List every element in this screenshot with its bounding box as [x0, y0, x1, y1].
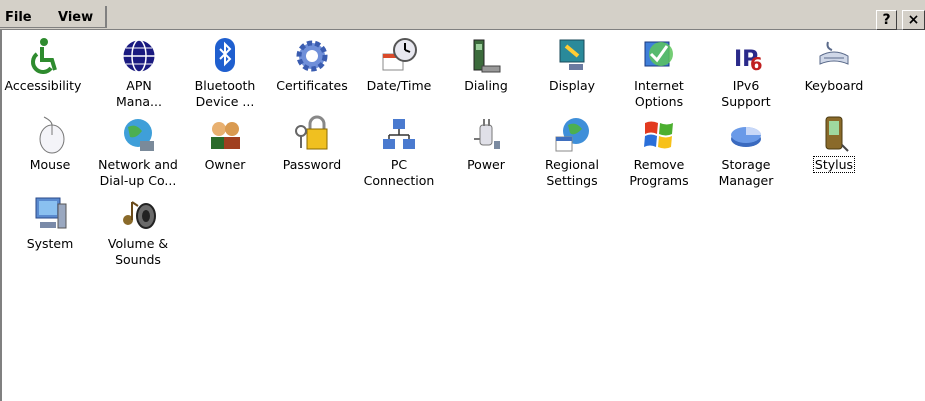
applet-dialing[interactable]: Dialing [444, 36, 528, 94]
power-plug-icon [466, 115, 506, 155]
speaker-music-icon [118, 194, 158, 234]
applet-owner[interactable]: Owner [183, 115, 267, 173]
view-menu[interactable]: View [54, 9, 97, 27]
svg-text:6: 6 [750, 54, 763, 75]
internet-globe-icon [639, 36, 679, 76]
applet-internet-options[interactable]: Internet Options [617, 36, 701, 110]
help-button[interactable]: ? [876, 10, 897, 30]
applet-password[interactable]: Password [270, 115, 354, 173]
stylus-device-icon [814, 115, 854, 155]
applet-ipv6[interactable]: IP 6 IPv6 Support [704, 36, 788, 110]
phone-dialing-icon [466, 36, 506, 76]
menu-bar: File View ? × [0, 0, 925, 30]
applet-regional-settings[interactable]: Regional Settings [530, 115, 614, 189]
applet-display[interactable]: Display [530, 36, 614, 94]
applet-accessibility[interactable]: Accessibility [1, 36, 85, 94]
windows-logo-icon [639, 115, 679, 155]
applet-network-dialup[interactable]: Network and Dial-up Co... [96, 115, 180, 189]
network-globe-icon [118, 115, 158, 155]
applet-apn-manager[interactable]: APN Mana... [97, 36, 181, 110]
applet-power[interactable]: Power [444, 115, 528, 173]
applet-pc-connection[interactable]: PC Connection [357, 115, 441, 189]
applet-keyboard[interactable]: Keyboard [792, 36, 876, 94]
padlock-key-icon [292, 115, 332, 155]
applet-bluetooth[interactable]: Bluetooth Device ... [183, 36, 267, 110]
display-monitor-icon [552, 36, 592, 76]
mouse-icon [30, 115, 70, 155]
applet-remove-programs[interactable]: Remove Programs [617, 115, 701, 189]
owner-people-icon [205, 115, 245, 155]
applet-stylus[interactable]: Stylus [792, 115, 876, 173]
globe-network-icon [119, 36, 159, 76]
accessibility-icon [23, 36, 63, 76]
certificate-gear-icon [292, 36, 332, 76]
applet-system[interactable]: System [8, 194, 92, 252]
file-menu[interactable]: File [1, 9, 36, 27]
pc-connection-icon [379, 115, 419, 155]
applet-mouse[interactable]: Mouse [8, 115, 92, 173]
ipv6-logo-icon: IP 6 [726, 36, 766, 76]
regional-globe-icon [552, 115, 592, 155]
applet-certificates[interactable]: Certificates [270, 36, 354, 94]
applet-storage-manager[interactable]: Storage Manager [704, 115, 788, 189]
keyboard-icon [814, 36, 854, 76]
calendar-clock-icon [379, 36, 419, 76]
system-computer-icon [30, 194, 70, 234]
close-button[interactable]: × [902, 10, 925, 30]
applet-volume-sounds[interactable]: Volume & Sounds [96, 194, 180, 268]
storage-pie-icon [726, 115, 766, 155]
bluetooth-icon [205, 36, 245, 76]
stylus-label-selected: Stylus [812, 156, 856, 173]
applet-date-time[interactable]: Date/Time [357, 36, 441, 94]
